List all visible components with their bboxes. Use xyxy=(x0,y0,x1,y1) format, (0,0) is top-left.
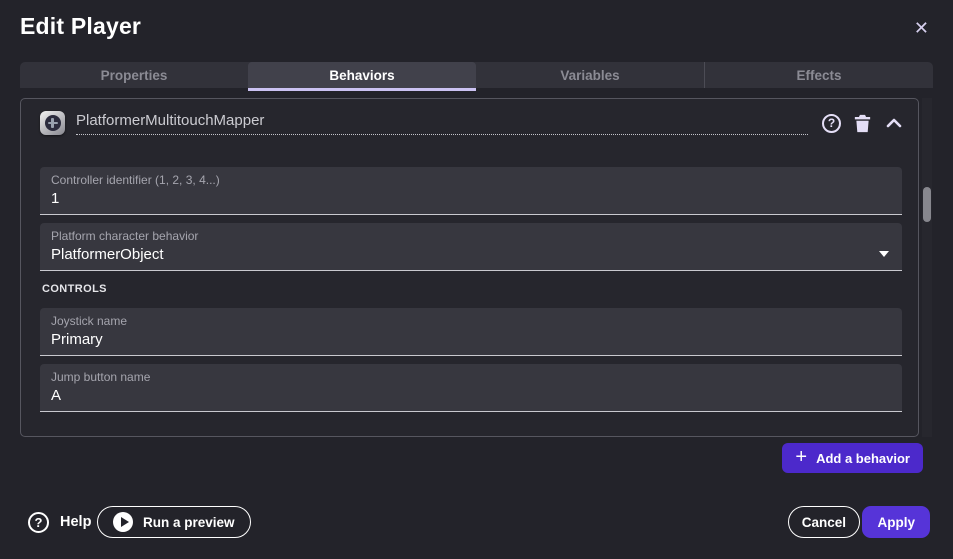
tab-variables[interactable]: Variables xyxy=(476,62,704,88)
joystick-name-field[interactable]: Joystick name Primary xyxy=(40,308,902,356)
trash-icon[interactable] xyxy=(854,114,871,133)
tab-behaviors[interactable]: Behaviors xyxy=(248,62,476,88)
cancel-button[interactable]: Cancel xyxy=(788,506,860,538)
field-label: Jump button name xyxy=(51,370,890,384)
plus-icon: + xyxy=(795,447,807,467)
controller-identifier-field[interactable]: Controller identifier (1, 2, 3, 4...) 1 xyxy=(40,167,902,215)
apply-button[interactable]: Apply xyxy=(862,506,930,538)
add-behavior-button[interactable]: + Add a behavior xyxy=(782,443,923,473)
close-icon[interactable]: ✕ xyxy=(914,17,929,39)
question-circle-icon: ? xyxy=(28,512,49,533)
field-label: Controller identifier (1, 2, 3, 4...) xyxy=(51,173,890,187)
field-label: Platform character behavior xyxy=(51,229,890,243)
play-icon xyxy=(113,512,133,532)
behavior-name-field[interactable]: PlatformerMultitouchMapper xyxy=(76,112,808,135)
field-value: A xyxy=(51,387,890,404)
jump-button-name-field[interactable]: Jump button name A xyxy=(40,364,902,412)
behavior-card-header: PlatformerMultitouchMapper ? xyxy=(40,111,902,135)
tab-effects[interactable]: Effects xyxy=(704,62,933,88)
scrollbar-track xyxy=(922,98,932,437)
help-button[interactable]: ? Help xyxy=(28,509,91,535)
behavior-card: PlatformerMultitouchMapper ? Controller … xyxy=(20,98,919,437)
controls-section-label: CONTROLS xyxy=(42,283,107,295)
field-value: 1 xyxy=(51,190,890,207)
field-value: Primary xyxy=(51,331,890,348)
page-title: Edit Player xyxy=(20,13,141,40)
platform-behavior-select[interactable]: Platform character behavior PlatformerOb… xyxy=(40,223,902,271)
run-preview-button[interactable]: Run a preview xyxy=(97,506,251,538)
chevron-up-icon[interactable] xyxy=(886,118,902,128)
tab-bar: Properties Behaviors Variables Effects xyxy=(20,62,933,88)
gamepad-behavior-icon xyxy=(40,111,65,135)
tab-properties[interactable]: Properties xyxy=(20,62,248,88)
scrollbar-thumb[interactable] xyxy=(923,187,931,222)
field-value: PlatformerObject xyxy=(51,246,890,263)
field-label: Joystick name xyxy=(51,314,890,328)
dropdown-caret-icon xyxy=(879,251,889,257)
help-circle-icon[interactable]: ? xyxy=(822,114,841,133)
